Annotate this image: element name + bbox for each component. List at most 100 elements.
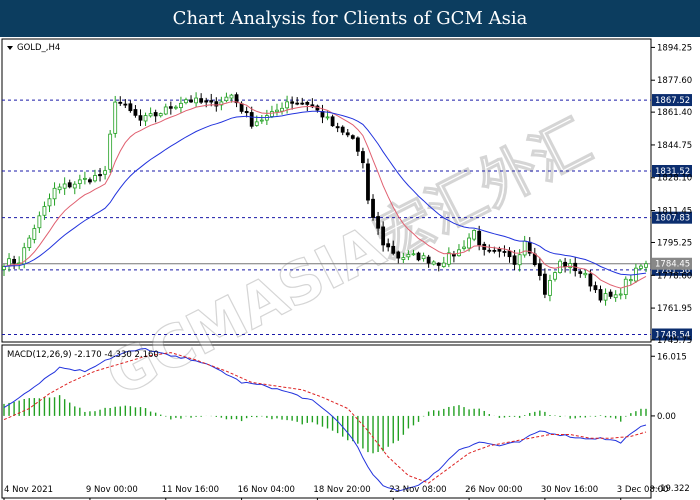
candle-body <box>280 107 284 112</box>
candle-body <box>295 102 300 105</box>
candle-body <box>37 215 42 229</box>
candle-body <box>128 103 133 112</box>
candle-body <box>639 265 643 269</box>
candle-body <box>27 237 32 248</box>
candle-body <box>441 262 446 267</box>
current-price-label: 1784.45 <box>655 260 690 270</box>
candle-body <box>532 253 537 266</box>
candle-body <box>436 262 441 266</box>
candle-body <box>512 255 517 265</box>
time-tick-label: 16 Nov 04:00 <box>238 485 295 495</box>
candle-body <box>88 179 92 183</box>
candle-body <box>583 272 588 276</box>
candle-body <box>123 103 128 106</box>
candle-body <box>209 100 214 103</box>
time-tick-label: 30 Nov 16:00 <box>541 485 598 495</box>
candle-body <box>184 99 188 104</box>
macd-tick-label: 16.015 <box>657 352 687 362</box>
candle-body <box>57 186 62 191</box>
time-tick-label: 26 Nov 00:00 <box>465 485 522 495</box>
candle-body <box>386 243 391 248</box>
candle-body <box>335 126 340 129</box>
candle-body <box>108 133 113 170</box>
candle-body <box>578 271 583 274</box>
candle-body <box>396 251 401 259</box>
candle-body <box>229 94 234 99</box>
candle-body <box>158 113 163 117</box>
chart-area: GCMASIA宏汇外汇 1867.521831.521807.831781.36… <box>1 38 692 500</box>
candle-body <box>355 137 360 152</box>
price-tick-label: 1745.75 <box>657 336 692 346</box>
candle-body <box>452 253 456 257</box>
candle-body <box>492 250 497 252</box>
macd-label: MACD(12,26,9) -2.170 -4.330 2.160 <box>7 350 159 360</box>
price-tick-label: 1877.60 <box>657 76 692 86</box>
candle-body <box>325 116 330 119</box>
candle-body <box>118 101 123 104</box>
candle-body <box>199 98 204 103</box>
candle-body <box>507 250 512 258</box>
candle-body <box>431 261 436 265</box>
candle-body <box>376 216 380 229</box>
candle-body <box>416 252 421 261</box>
candle-body <box>275 109 279 113</box>
candle-body <box>537 263 542 276</box>
price-axis: 1894.25 1877.60 1861.40 1844.75 1828.10 1811.… <box>651 43 692 346</box>
candle-body <box>330 116 335 127</box>
candle-body <box>613 294 618 299</box>
candle-body <box>113 101 118 134</box>
candle-body <box>179 102 183 109</box>
candle-body <box>462 246 466 249</box>
candle-body <box>487 249 492 252</box>
candle-body <box>366 163 370 201</box>
candle-body <box>350 135 355 139</box>
candle-body <box>411 253 416 256</box>
candle-body <box>472 230 477 240</box>
symbol-label: GOLD_,H4 <box>17 43 60 53</box>
candle-body <box>502 251 507 253</box>
candle-body <box>588 273 593 287</box>
candle-body <box>189 99 193 103</box>
level-label: 1867.52 <box>655 96 690 106</box>
price-tick-label: 1778.60 <box>657 271 692 281</box>
candle-body <box>133 109 138 116</box>
candle-body <box>42 206 47 216</box>
candle-body <box>300 102 305 105</box>
candle-body <box>522 240 527 256</box>
candle-body <box>542 273 547 295</box>
candle-body <box>143 115 148 122</box>
candle-body <box>138 115 143 121</box>
candle-body <box>2 266 6 270</box>
candle-body <box>593 285 598 291</box>
candle-body <box>259 119 264 122</box>
time-tick-label: 18 Nov 20:00 <box>313 485 370 495</box>
candle-body <box>163 106 168 115</box>
time-tick-label: 11 Nov 16:00 <box>162 485 219 495</box>
candle-body <box>249 112 254 127</box>
page-title: Chart Analysis for Clients of GCM Asia <box>0 0 700 37</box>
candle-body <box>497 248 502 252</box>
candle-body <box>598 289 603 301</box>
candle-body <box>361 151 365 164</box>
candle-body <box>305 102 310 105</box>
candle-body <box>93 175 97 182</box>
price-tick-label: 1894.25 <box>657 43 692 53</box>
candle-body <box>467 237 471 249</box>
candle-body <box>173 106 178 109</box>
price-tick-label: 1811.45 <box>657 207 692 217</box>
candle-body <box>290 101 295 104</box>
candle-body <box>517 254 522 266</box>
candle-body <box>168 106 173 109</box>
candle-body <box>446 252 451 265</box>
candle-body <box>603 293 608 301</box>
candle-body <box>224 96 229 102</box>
candle-body <box>82 177 87 180</box>
candle-body <box>244 111 249 114</box>
candle-body <box>62 183 67 189</box>
candle-body <box>270 111 274 117</box>
candle-body <box>153 112 158 117</box>
candle-body <box>391 245 396 254</box>
time-tick-label: 3 Dec 08:00 <box>617 485 669 495</box>
candle-body <box>426 256 431 264</box>
candle-body <box>340 126 345 133</box>
